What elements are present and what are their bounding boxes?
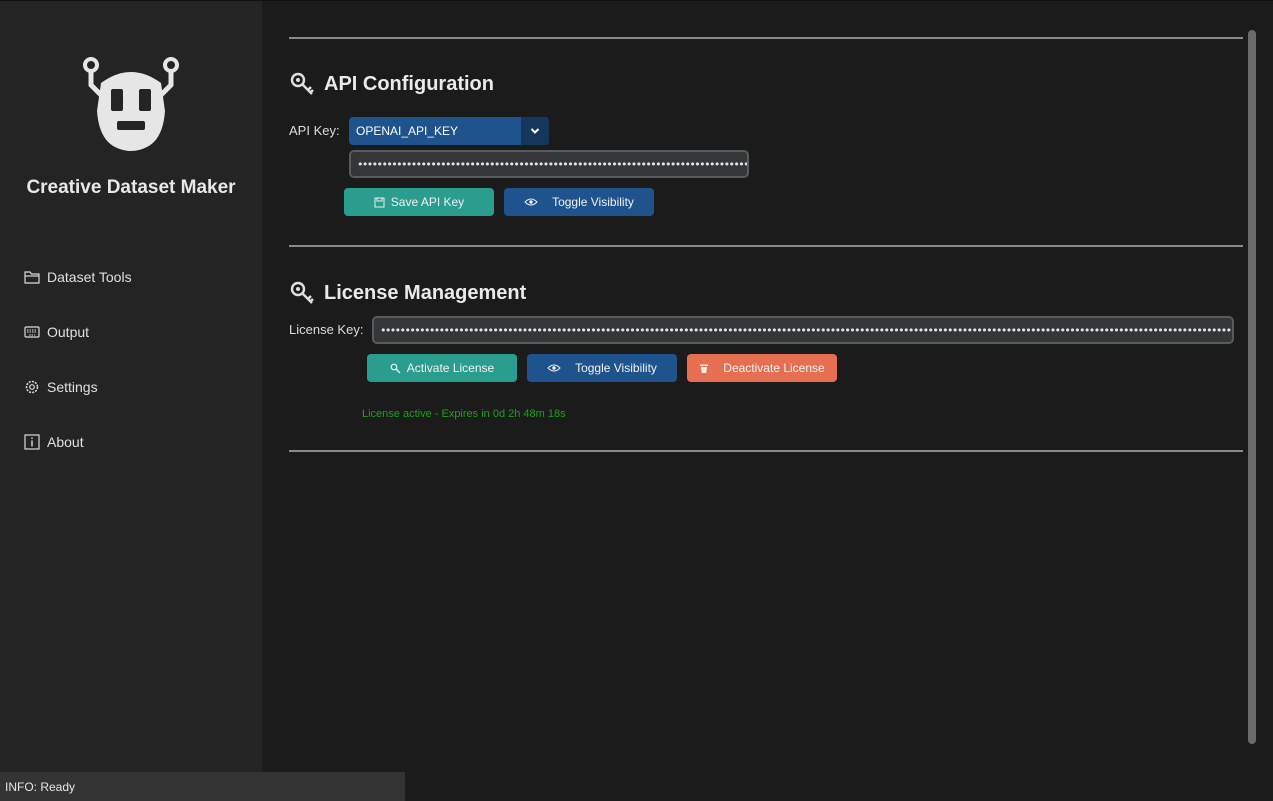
- api-section-title-text: API Configuration: [324, 72, 494, 95]
- license-section-title-text: License Management: [324, 281, 527, 304]
- toggle-api-visibility-label: Toggle Visibility: [552, 195, 634, 209]
- save-icon: [374, 197, 385, 207]
- save-api-key-label: Save API Key: [390, 195, 465, 209]
- api-key-select-value: OPENAI_API_KEY: [356, 124, 459, 138]
- activate-license-button[interactable]: Activate License: [367, 354, 517, 382]
- sidebar-item-about[interactable]: About: [24, 430, 84, 454]
- section-divider: [289, 37, 1243, 39]
- section-divider: [289, 245, 1243, 247]
- api-section-title: API Configuration: [290, 72, 494, 96]
- deactivate-license-label: Deactivate License: [723, 361, 825, 375]
- api-key-label: API Key:: [289, 123, 340, 138]
- toggle-license-visibility-label: Toggle Visibility: [575, 361, 657, 375]
- key-icon: [390, 363, 401, 373]
- sidebar-item-dataset-tools[interactable]: Dataset Tools: [24, 265, 132, 289]
- trash-icon: [700, 364, 709, 373]
- robot-logo-icon: [83, 57, 179, 151]
- main-content: [262, 0, 1273, 773]
- sidebar-item-label: Dataset Tools: [47, 269, 132, 285]
- activate-license-label: Activate License: [406, 361, 495, 375]
- sidebar-item-settings[interactable]: Settings: [24, 375, 98, 399]
- status-text: INFO: Ready: [0, 772, 405, 801]
- sidebar-item-label: Output: [47, 324, 90, 340]
- gear-icon: [25, 380, 39, 394]
- key-icon: [290, 281, 314, 304]
- toggle-license-visibility-button[interactable]: Toggle Visibility: [527, 354, 677, 382]
- chevron-down-icon[interactable]: [521, 117, 549, 145]
- sidebar-item-output[interactable]: Output: [24, 320, 89, 344]
- sidebar: Creative Dataset Maker Dataset Tools Out…: [0, 0, 262, 773]
- sidebar-item-label: About: [47, 434, 84, 450]
- license-key-label: License Key:: [289, 322, 364, 337]
- app-title: Creative Dataset Maker: [26, 177, 236, 198]
- info-icon: [24, 434, 40, 450]
- save-api-key-button[interactable]: Save API Key: [344, 188, 494, 216]
- section-divider: [289, 450, 1243, 452]
- keyboard-icon: [24, 326, 40, 338]
- deactivate-license-button[interactable]: Deactivate License: [687, 354, 837, 382]
- license-status-text: License active - Expires in 0d 2h 48m 18…: [362, 408, 566, 420]
- license-section-title: License Management: [290, 281, 526, 305]
- key-icon: [290, 72, 314, 95]
- toggle-api-visibility-button[interactable]: Toggle Visibility: [504, 188, 654, 216]
- api-key-select[interactable]: OPENAI_API_KEY: [349, 117, 549, 145]
- eye-icon: [547, 364, 561, 372]
- vertical-scrollbar[interactable]: [1248, 30, 1256, 744]
- sidebar-item-label: Settings: [47, 379, 98, 395]
- eye-icon: [524, 198, 538, 206]
- folder-icon: [24, 271, 40, 284]
- license-key-input[interactable]: ••••••••••••••••••••••••••••••••••••••••…: [372, 316, 1234, 344]
- api-key-input[interactable]: ••••••••••••••••••••••••••••••••••••••••…: [349, 150, 749, 178]
